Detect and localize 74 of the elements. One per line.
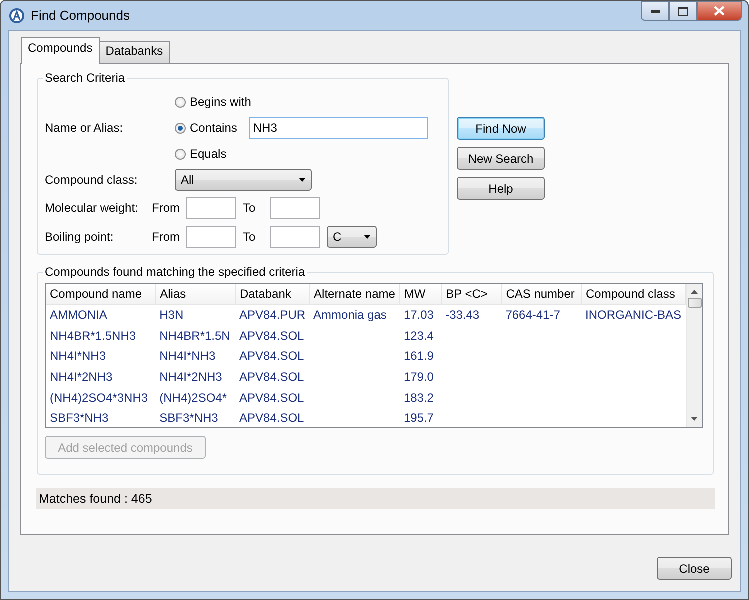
find-now-button[interactable]: Find Now [457,117,545,140]
table-cell-text: APV84.SOL [238,390,306,407]
table-cell-text: 183.2 [402,390,435,407]
table-cell-text: 123.4 [402,328,435,345]
app-icon [9,8,25,24]
minimize-icon [650,10,660,12]
table-cell-text: NH4I*NH3 [49,348,108,366]
table-cell-text: NH4I*2NH3 [158,369,224,386]
help-button[interactable]: Help [457,177,545,200]
tab[interactable]: Databanks [98,41,170,63]
table-cell: -33.43 [442,304,502,326]
field-label: Compound class: [45,173,139,187]
column-header[interactable]: Alternate name [310,284,400,304]
maximize-button[interactable] [669,1,697,21]
column-header[interactable]: BP <C> [442,284,502,304]
close-button[interactable] [697,1,742,21]
field-label: Name or Alias: [45,121,124,135]
table-cell-text: NH4I*2NH3 [49,369,114,386]
group-title: Search Criteria [43,71,128,85]
column-header[interactable]: CAS number [502,284,582,304]
field-label: To [242,200,257,214]
column-header[interactable]: MW [400,284,442,304]
table-cell-text: SBF3*NH3 [158,410,220,428]
table-cell: 17.03 [400,304,442,326]
column-header[interactable]: Alias [156,284,236,304]
maximize-icon [678,6,688,16]
table-cell-text: APV84.SOL [238,369,306,386]
group-title: Compounds found matching the specified criteria [43,265,308,279]
field-label: From [152,230,181,244]
radio-button[interactable]: Contains [175,115,238,141]
column-header[interactable]: Compound name [46,284,156,304]
tab[interactable]: Compounds [21,37,100,64]
close-dialog-button[interactable]: Close [657,557,732,580]
table-cell-text: 161.9 [402,348,435,366]
table-cell-text: NH4BR*1.5NH3 [49,328,138,345]
to-input-field[interactable] [270,196,320,218]
column-header[interactable]: Compound class [581,284,686,304]
field-label: Boiling point: [45,230,115,244]
table-cell-text: SBF3*NH3 [49,410,110,428]
name-input-field[interactable]: NH3 [249,117,428,139]
window-title: Find Compounds [31,8,130,23]
field-label: To [242,230,257,244]
table-cell-text: NH4BR*1.5N [158,328,232,345]
compound-class-dropdown[interactable]: All [175,169,312,191]
column-header[interactable]: Databank [236,284,310,304]
table-cell-text: APV84.SOL [238,410,306,428]
unit-dropdown[interactable]: C [327,226,377,248]
radio-button[interactable]: Begins with [175,89,252,115]
table-cell: 7664-41-7 [502,304,582,326]
to-input-field[interactable] [270,226,320,248]
from-input-field[interactable] [186,226,236,248]
new-search-button[interactable]: New Search [457,147,545,170]
table-cell: H3N [156,304,236,326]
caret-icon [364,234,371,238]
radio-button[interactable]: Equals [175,141,227,167]
table-cell-text: NH4I*NH3 [158,348,217,366]
table-cell: AMMONIA [46,304,156,326]
close-icon [714,6,725,16]
field-label: From [152,200,181,214]
from-input-field[interactable] [186,196,236,218]
caret-icon [299,178,306,182]
table-cell: Ammonia gas [310,304,400,326]
table-cell: APV84.PUR [236,304,310,326]
status-text: Matches found : 465 [36,488,715,509]
table-cell-text: 179.0 [402,369,435,386]
scroll-bar[interactable] [686,284,702,427]
minimize-button[interactable] [641,1,669,21]
table-cell-text: (NH4)2SO4*3NH3 [49,390,150,407]
table-cell-text: (NH4)2SO4* [158,390,228,407]
table-cell-text: APV84.SOL [238,348,306,366]
table-cell-text: APV84.SOL [238,328,306,345]
field-label: Molecular weight: [45,200,140,214]
table-cell: INORGANIC-BAS [581,304,686,326]
table-cell-text: 195.7 [402,410,435,428]
